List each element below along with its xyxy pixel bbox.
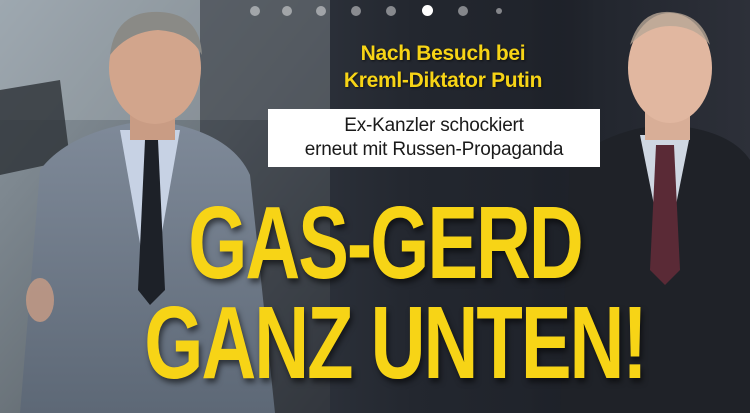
headline-line-2[interactable]: GANZ UNTEN!: [0, 292, 750, 396]
headline-line-1[interactable]: GAS-GERD: [0, 192, 750, 296]
subline-line-1: Ex-Kanzler schockiert: [344, 115, 524, 136]
carousel-indicator: [250, 5, 520, 18]
carousel-dot[interactable]: [458, 6, 468, 16]
carousel-dot[interactable]: [386, 6, 396, 16]
carousel-dot[interactable]: [282, 6, 292, 16]
article-kicker: Nach Besuch bei Kreml-Diktator Putin: [328, 40, 558, 94]
kicker-line-1: Nach Besuch bei: [360, 42, 526, 65]
subline-line-2: erneut mit Russen-Propaganda: [304, 139, 564, 160]
kicker-line-2: Kreml-Diktator Putin: [343, 69, 543, 92]
carousel-dot[interactable]: [351, 6, 361, 16]
carousel-dot[interactable]: [316, 6, 326, 16]
carousel-dot[interactable]: [250, 6, 260, 16]
carousel-dot[interactable]: [496, 8, 502, 14]
carousel-dot-active[interactable]: [422, 5, 433, 16]
article-subline-box: Ex-Kanzler schockiert erneut mit Russen-…: [268, 109, 600, 167]
article-teaser[interactable]: Nach Besuch bei Kreml-Diktator Putin Ex-…: [0, 0, 750, 413]
